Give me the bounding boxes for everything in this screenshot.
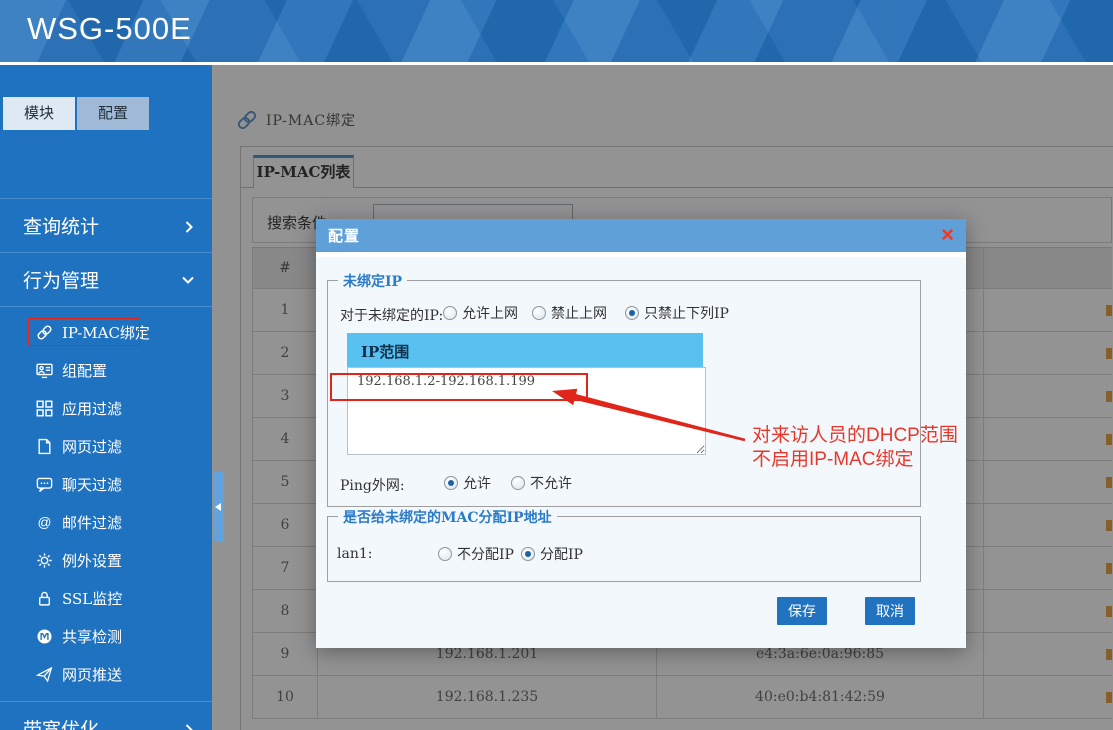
sidebar-tabs: 模块 配置 [3,97,149,130]
unbound-ip-policy-label: 对于未绑定的IP: [340,305,443,325]
radio-icon [438,547,452,561]
sidebar-item-chat-filter[interactable]: 聊天过滤 [0,465,212,503]
radio-icon [532,306,546,320]
sidebar-submenu: IP-MAC绑定 组配置 [0,306,212,701]
sidebar: 模块 配置 查询统计 行为管理 [0,65,212,730]
radio-block-internet[interactable]: 禁止上网 [532,303,607,323]
lock-icon [36,590,53,607]
radio-icon [443,306,457,320]
chevron-right-icon [184,221,194,231]
sidebar-item-web-filter[interactable]: 网页过滤 [0,427,212,465]
mac-assign-legend: 是否给未绑定的MAC分配IP地址 [338,507,557,527]
tab-config[interactable]: 配置 [77,97,149,130]
ip-range-header: IP范围 [347,333,703,367]
ip-range-textarea[interactable]: 192.168.1.2-192.168.1.199 [347,367,706,455]
radio-icon [444,476,458,490]
mail-icon: @ [36,514,53,531]
sidebar-collapse-handle[interactable] [213,472,224,542]
sidebar-item-share-detect[interactable]: 共享检测 [0,617,212,655]
dialog-titlebar[interactable]: 配置 × [316,219,966,252]
radio-no-assign-ip[interactable]: 不分配IP [438,544,514,564]
chevron-down-icon [184,275,194,285]
radio-icon [625,306,639,320]
sidebar-section-behavior-mgmt[interactable]: 行为管理 [0,252,212,306]
tab-modules[interactable]: 模块 [3,97,75,130]
chat-icon [36,476,53,493]
sidebar-section-bandwidth-opt[interactable]: 带宽优化 [0,701,212,730]
dialog-title: 配置 [328,225,360,246]
svg-text:@: @ [37,514,51,530]
sidebar-item-exception-settings[interactable]: 例外设置 [0,541,212,579]
send-icon [36,666,53,683]
radio-allow-internet[interactable]: 允许上网 [443,303,518,323]
lan1-label: lan1: [337,546,372,562]
sidebar-item-mail-filter[interactable]: @ 邮件过滤 [0,503,212,541]
apps-icon [36,400,53,417]
sidebar-item-ssl-monitor[interactable]: SSL监控 [0,579,212,617]
radio-ping-deny[interactable]: 不允许 [511,473,572,493]
radio-icon [521,547,535,561]
app-header: WSG-500E [0,0,1113,62]
ping-label: Ping外网: [340,475,405,495]
config-dialog: 配置 × 未绑定IP 对于未绑定的IP: 允许上网 禁止上网 只禁止下列IP I… [316,219,966,648]
radio-ping-allow[interactable]: 允许 [444,473,491,493]
sidebar-item-app-filter[interactable]: 应用过滤 [0,389,212,427]
sidebar-section-query-stats[interactable]: 查询统计 [0,198,212,252]
unbound-ip-legend: 未绑定IP [338,271,407,291]
radio-icon [511,476,525,490]
gear-icon [36,552,53,569]
mac-assign-fieldset: 是否给未绑定的MAC分配IP地址 [327,516,921,582]
sidebar-item-group-config[interactable]: 组配置 [0,351,212,389]
sidebar-item-web-push[interactable]: 网页推送 [0,655,212,693]
webpage-icon [36,438,53,455]
app-window: WSG-500E 模块 配置 查询统计 行为管理 [0,0,1113,730]
chevron-right-icon [184,724,194,730]
cancel-button[interactable]: 取消 [865,597,915,625]
close-icon[interactable]: × [941,221,954,249]
share-icon [36,628,53,645]
save-button[interactable]: 保存 [777,597,827,625]
link-icon [36,324,53,341]
sidebar-item-ip-mac-binding[interactable]: IP-MAC绑定 [0,313,212,351]
chevron-left-icon [215,503,221,511]
radio-assign-ip[interactable]: 分配IP [521,544,583,564]
app-logo: WSG-500E [27,11,192,47]
radio-block-listed-ip[interactable]: 只禁止下列IP [625,303,729,323]
group-icon [36,362,53,379]
titlebar-divider [316,252,966,257]
